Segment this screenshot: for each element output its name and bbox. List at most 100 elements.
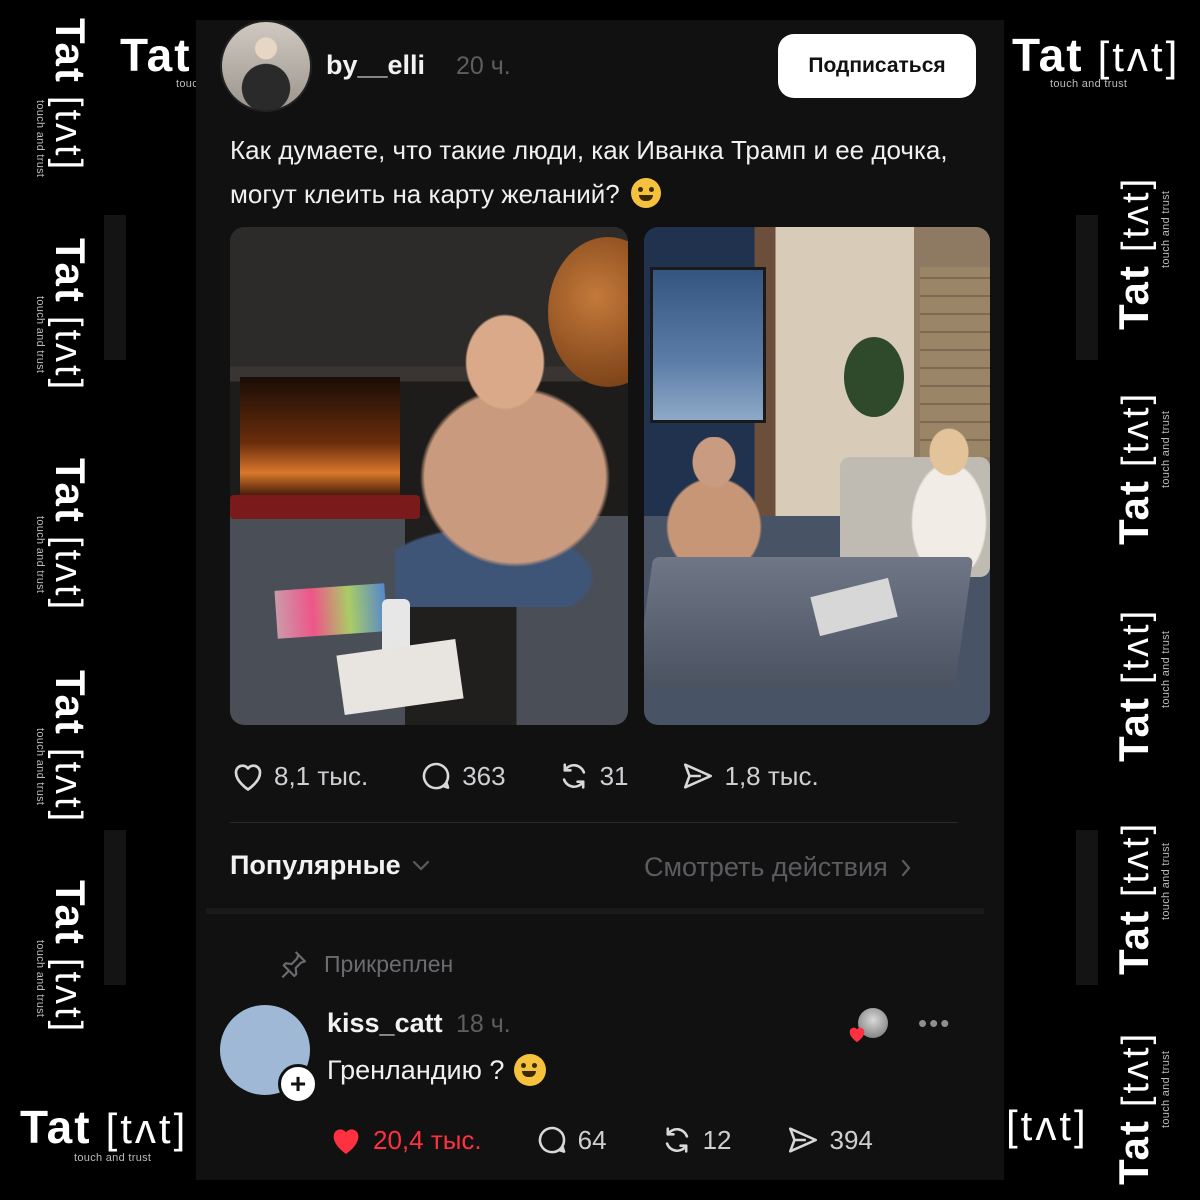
comment-text-content: Гренландию ? <box>327 1054 505 1085</box>
watermark-top-right: Tat [tʌt] <box>1012 28 1180 82</box>
watermark-tagline-vertical: touch and trust <box>1160 842 1172 920</box>
comment-like-count: 20,4 тыс. <box>373 1124 482 1155</box>
watermark-vertical-left-1: Tat[tʌt] <box>47 18 94 173</box>
watermark-vertical-left-5: Tat[tʌt] <box>47 880 94 1035</box>
comment-timestamp: 18 ч. <box>456 1010 511 1038</box>
post-header: by__elli 20 ч. Подписаться <box>220 20 980 130</box>
watermark-tagline-vertical: touch and trust <box>34 940 46 1018</box>
more-options-icon[interactable]: ••• <box>918 1008 951 1039</box>
pinned-label: Прикреплен <box>324 950 454 977</box>
share-count: 1,8 тыс. <box>724 760 819 791</box>
coffee-table <box>644 557 974 687</box>
comment-reply-button[interactable]: 64 <box>534 1123 607 1157</box>
comments-sort-dropdown[interactable]: Популярные <box>230 850 431 881</box>
follow-plus-icon[interactable]: + <box>278 1064 318 1104</box>
watermark-vertical-right-1: Tat[tʌt] <box>1110 175 1157 330</box>
author-avatar[interactable] <box>220 20 312 112</box>
sweat-smile-emoji-icon <box>630 178 661 208</box>
side-bar-left <box>104 215 126 360</box>
comment-repost-button[interactable]: 12 <box>659 1123 732 1157</box>
share-button[interactable]: 1,8 тыс. <box>679 759 819 793</box>
send-icon <box>683 763 712 789</box>
watermark-tagline-vertical: touch and trust <box>1160 190 1172 268</box>
commenter-username[interactable]: kiss_catt <box>327 1008 443 1039</box>
watermark-bottom-left: Tat [tʌt] <box>20 1100 188 1154</box>
plant <box>844 337 904 417</box>
post-timestamp: 20 ч. <box>456 52 511 80</box>
comment-like-button[interactable]: 20,4 тыс. <box>327 1123 482 1157</box>
watermark-tagline-vertical: touch and trust <box>1160 630 1172 708</box>
watermark-tagline: touch and trust <box>1050 78 1128 90</box>
watermark-tagline-vertical: touch and trust <box>1160 410 1172 488</box>
like-button[interactable]: 8,1 тыс. <box>230 759 368 793</box>
comment-actions: 20,4 тыс. 64 12 394 <box>327 1118 947 1162</box>
view-activity-label: Смотреть действия <box>644 852 888 882</box>
post-text: Как думаете, что такие люди, как Иванка … <box>230 128 950 216</box>
watermark-brand: Tat <box>120 29 192 81</box>
heart-filled-icon <box>333 1129 359 1154</box>
watermark-logo: [tʌt] <box>105 1105 189 1152</box>
watermark-top-left: Tat <box>120 28 192 82</box>
post-text-content: Как думаете, что такие люди, как Иванка … <box>230 135 948 209</box>
watermark-vertical-left-3: Tat[tʌt] <box>47 458 94 613</box>
watermark-brand: Tat <box>1012 29 1084 81</box>
heart-icon <box>234 764 262 791</box>
watermark-vertical-right-3: Tat[tʌt] <box>1110 607 1157 762</box>
chevron-down-icon <box>412 860 429 871</box>
girl-figure <box>664 437 764 557</box>
watermark-tagline: touch and trust <box>74 1152 152 1164</box>
red-bench <box>230 495 420 519</box>
repost-button[interactable]: 31 <box>556 759 629 793</box>
comment-share-count: 394 <box>829 1124 873 1155</box>
threads-post-panel: by__elli 20 ч. Подписаться Как думаете, … <box>196 20 1004 1180</box>
pinned-indicator: Прикреплен <box>276 948 453 980</box>
watermark-vertical-left-2: Tat[tʌt] <box>47 238 94 393</box>
side-bar-right <box>1076 215 1098 360</box>
red-heart-icon <box>849 1027 865 1043</box>
watermark-vertical-right-2: Tat[tʌt] <box>1110 390 1157 545</box>
watermark-vertical-right-4: Tat[tʌt] <box>1110 820 1157 975</box>
author-username[interactable]: by__elli <box>326 50 425 81</box>
comment-count: 363 <box>462 760 506 791</box>
view-activity-link[interactable]: Смотреть действия <box>644 852 912 883</box>
watermark-brand: Tat <box>20 1101 92 1153</box>
comment-share-button[interactable]: 394 <box>784 1123 873 1157</box>
comment-bubble-icon <box>422 762 450 790</box>
watermark-vertical-right-5: Tat[tʌt] <box>1110 1030 1157 1185</box>
section-separator <box>206 908 984 914</box>
comment-button[interactable]: 363 <box>418 759 506 793</box>
chevron-right-icon <box>901 859 911 876</box>
side-bar-left-2 <box>104 830 126 985</box>
watermark-bottom-right: [tʌt] <box>1006 1102 1089 1150</box>
watermark-tagline-vertical: touch and trust <box>34 728 46 806</box>
side-bar-right-2 <box>1076 830 1098 985</box>
grinning-emoji-icon <box>514 1054 547 1086</box>
comment-reply-count: 64 <box>577 1124 607 1155</box>
author-liked-indicator <box>846 1008 888 1044</box>
woman-figure <box>904 427 990 567</box>
window <box>650 267 766 423</box>
comment-repost-count: 12 <box>702 1124 732 1155</box>
post-photo-1[interactable] <box>230 227 628 725</box>
paper-sheet <box>336 638 464 716</box>
watermark-vertical-left-4: Tat[tʌt] <box>47 670 94 825</box>
divider <box>230 822 958 823</box>
follow-button[interactable]: Подписаться <box>778 34 976 98</box>
fireplace <box>240 377 400 497</box>
pin-icon <box>281 951 307 979</box>
repost-icon <box>665 1127 688 1153</box>
watermark-logo: [tʌt] <box>1097 33 1181 80</box>
post-photo-2[interactable] <box>644 227 990 725</box>
watermark-tagline-vertical: touch and trust <box>34 296 46 374</box>
vision-board <box>274 583 388 639</box>
sort-label: Популярные <box>230 850 401 880</box>
comment-text: Гренландию ? <box>327 1054 547 1086</box>
repost-count: 31 <box>599 760 629 791</box>
like-count: 8,1 тыс. <box>274 760 369 791</box>
send-icon <box>788 1127 817 1153</box>
watermark-tagline-vertical: touch and trust <box>1160 1050 1172 1128</box>
repost-icon <box>562 763 585 789</box>
girl-figure <box>395 307 615 607</box>
comment-bubble-icon <box>538 1126 565 1154</box>
post-actions: 8,1 тыс. 363 31 1,8 тыс. <box>230 754 950 798</box>
